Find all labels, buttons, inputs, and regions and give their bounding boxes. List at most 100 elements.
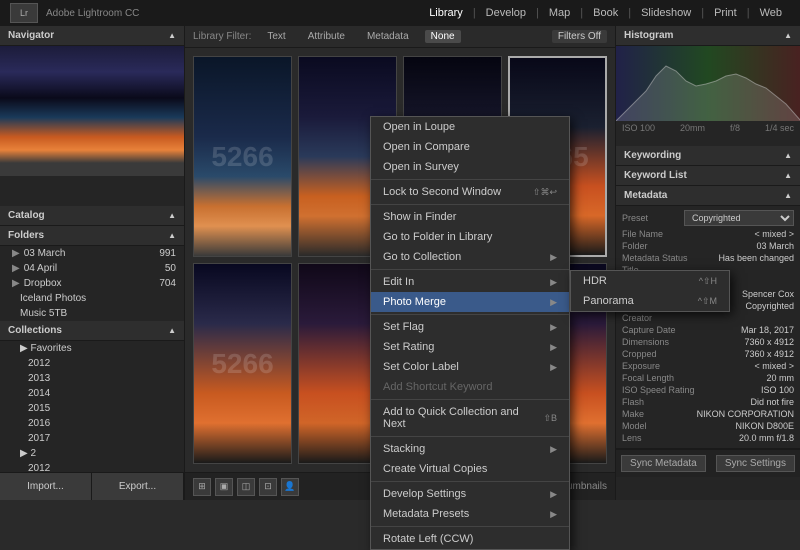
app-logo: Lr — [10, 3, 38, 23]
collection-2016[interactable]: 2016 — [0, 416, 184, 431]
filters-off-button[interactable]: Filters Off — [552, 30, 607, 43]
filter-bar: Library Filter: Text Attribute Metadata … — [185, 26, 615, 48]
filter-tab-none[interactable]: None — [425, 30, 461, 43]
filter-tab-metadata[interactable]: Metadata — [361, 30, 415, 43]
collection-2012[interactable]: 2012 — [0, 356, 184, 371]
metadata-iso: ISO Speed Rating ISO 100 — [622, 384, 794, 396]
compare-view-button[interactable]: ◫ — [237, 478, 255, 496]
cm-arrow-icon-8: ▶ — [550, 489, 557, 500]
survey-view-button[interactable]: ⊡ — [259, 478, 277, 496]
cm-set-color[interactable]: Set Color Label ▶ — [371, 357, 569, 377]
navigator-header[interactable]: Navigator ▲ — [0, 26, 184, 46]
cm-add-quick-collection[interactable]: Add to Quick Collection and Next ⇧B — [371, 402, 569, 434]
cm-set-rating[interactable]: Set Rating ▶ — [371, 337, 569, 357]
import-button[interactable]: Import... — [0, 473, 92, 500]
histogram-header[interactable]: Histogram ▲ — [616, 26, 800, 46]
collection-favorites[interactable]: ▶ Favorites — [0, 341, 184, 356]
metadata-status: Metadata Status Has been changed — [622, 252, 794, 264]
sync-settings-button[interactable]: Sync Settings — [716, 455, 795, 472]
folder-icon-2: ▶ — [12, 263, 20, 274]
collection-2013[interactable]: 2013 — [0, 371, 184, 386]
export-button[interactable]: Export... — [92, 473, 184, 500]
metadata-exposure: Exposure < mixed > — [622, 360, 794, 372]
thumbnail-5[interactable]: 5266 — [193, 263, 292, 464]
nav-web[interactable]: Web — [752, 5, 790, 21]
cm-arrow-icon: ▶ — [550, 252, 557, 263]
thumbnail-1[interactable]: 5266 — [193, 56, 292, 257]
navigator-panel — [0, 46, 184, 206]
nav-library[interactable]: Library — [421, 5, 471, 21]
folders-collapse-icon: ▲ — [168, 231, 176, 240]
filter-tab-attribute[interactable]: Attribute — [302, 30, 351, 43]
catalog-collapse-icon: ▲ — [168, 211, 176, 220]
cm-develop-settings[interactable]: Develop Settings ▶ — [371, 484, 569, 504]
cm-open-loupe[interactable]: Open in Loupe — [371, 117, 569, 137]
catalog-header[interactable]: Catalog ▲ — [0, 206, 184, 226]
cm-create-virtual[interactable]: Create Virtual Copies — [371, 459, 569, 479]
folder-dropbox[interactable]: ▶Dropbox 704 — [0, 276, 184, 291]
metadata-model: Model NIKON D800E — [622, 420, 794, 432]
top-bar-nav: Library | Develop | Map | Book | Slidesh… — [421, 5, 790, 21]
collection-2[interactable]: ▶ 2 — [0, 446, 184, 461]
metadata-filename: File Name < mixed > — [622, 228, 794, 240]
top-bar: Lr Adobe Lightroom CC Library | Develop … — [0, 0, 800, 26]
people-view-button[interactable]: 👤 — [281, 478, 299, 496]
cm-photo-merge[interactable]: Photo Merge ▶ — [371, 292, 569, 312]
cm-stacking[interactable]: Stacking ▶ — [371, 439, 569, 459]
nav-map[interactable]: Map — [541, 5, 578, 21]
histogram-collapse-icon: ▲ — [784, 31, 792, 40]
metadata-lens: Lens 20.0 mm f/1.8 — [622, 432, 794, 444]
cm-arrow-icon-6: ▶ — [550, 362, 557, 373]
cm-open-survey[interactable]: Open in Survey — [371, 157, 569, 177]
sm-panorama[interactable]: Panorama ^⇧M — [571, 291, 729, 311]
cm-go-folder[interactable]: Go to Folder in Library — [371, 227, 569, 247]
navigator-collapse-icon: ▲ — [168, 31, 176, 40]
cm-go-collection[interactable]: Go to Collection ▶ — [371, 247, 569, 267]
preset-select[interactable]: Copyrighted — [684, 210, 794, 226]
collection-2012b[interactable]: 2012 — [0, 461, 184, 472]
collections-collapse-icon: ▲ — [168, 326, 176, 335]
sync-button[interactable]: Sync Metadata — [621, 455, 706, 472]
cm-metadata-presets[interactable]: Metadata Presets ▶ — [371, 504, 569, 524]
metadata-creator: Creator — [622, 312, 794, 324]
cm-arrow-icon-3: ▶ — [550, 297, 557, 308]
cm-set-flag[interactable]: Set Flag ▶ — [371, 317, 569, 337]
metadata-section: Preset Copyrighted File Name < mixed > F… — [616, 206, 800, 449]
context-menu: Open in Loupe Open in Compare Open in Su… — [370, 116, 570, 550]
nav-book[interactable]: Book — [585, 5, 626, 21]
metadata-header[interactable]: Metadata ▲ — [616, 186, 800, 206]
metadata-capture-date: Capture Date Mar 18, 2017 — [622, 324, 794, 336]
histogram-svg — [616, 46, 800, 121]
folders-header[interactable]: Folders ▲ — [0, 226, 184, 246]
center-panel: Library Filter: Text Attribute Metadata … — [185, 26, 615, 500]
folder-iceland[interactable]: Iceland Photos — [0, 291, 184, 306]
folder-icon-3: ▶ — [12, 278, 20, 289]
cm-edit-in[interactable]: Edit In ▶ — [371, 272, 569, 292]
metadata-cropped: Cropped 7360 x 4912 — [622, 348, 794, 360]
collections-header[interactable]: Collections ▲ — [0, 321, 184, 341]
metadata-flash: Flash Did not fire — [622, 396, 794, 408]
folder-music[interactable]: Music 5TB — [0, 306, 184, 321]
loupe-view-button[interactable]: ▣ — [215, 478, 233, 496]
collection-2015[interactable]: 2015 — [0, 401, 184, 416]
cm-rotate-left[interactable]: Rotate Left (CCW) — [371, 529, 569, 549]
nav-print[interactable]: Print — [706, 5, 745, 21]
nav-slideshow[interactable]: Slideshow — [633, 5, 699, 21]
cm-show-finder[interactable]: Show in Finder — [371, 207, 569, 227]
keyword-list-header[interactable]: Keyword List ▲ — [616, 166, 800, 186]
left-bottom-bar: Import... Export... — [0, 472, 184, 500]
cm-sep-1 — [371, 179, 569, 180]
collection-2017[interactable]: 2017 — [0, 431, 184, 446]
cm-sep-6 — [371, 436, 569, 437]
right-panel: Histogram ▲ ISO 100 20mm f/8 1/4 sec Key… — [615, 26, 800, 500]
collection-2014[interactable]: 2014 — [0, 386, 184, 401]
folder-04-april[interactable]: ▶04 April 50 — [0, 261, 184, 276]
folder-03-march[interactable]: ▶03 March 991 — [0, 246, 184, 261]
nav-develop[interactable]: Develop — [478, 5, 534, 21]
sm-hdr[interactable]: HDR ^⇧H — [571, 271, 729, 291]
grid-view-button[interactable]: ⊞ — [193, 478, 211, 496]
keywording-header[interactable]: Keywording ▲ — [616, 146, 800, 166]
cm-open-compare[interactable]: Open in Compare — [371, 137, 569, 157]
filter-tab-text[interactable]: Text — [261, 30, 291, 43]
cm-lock-second-window[interactable]: Lock to Second Window ⇧⌘↩ — [371, 182, 569, 202]
